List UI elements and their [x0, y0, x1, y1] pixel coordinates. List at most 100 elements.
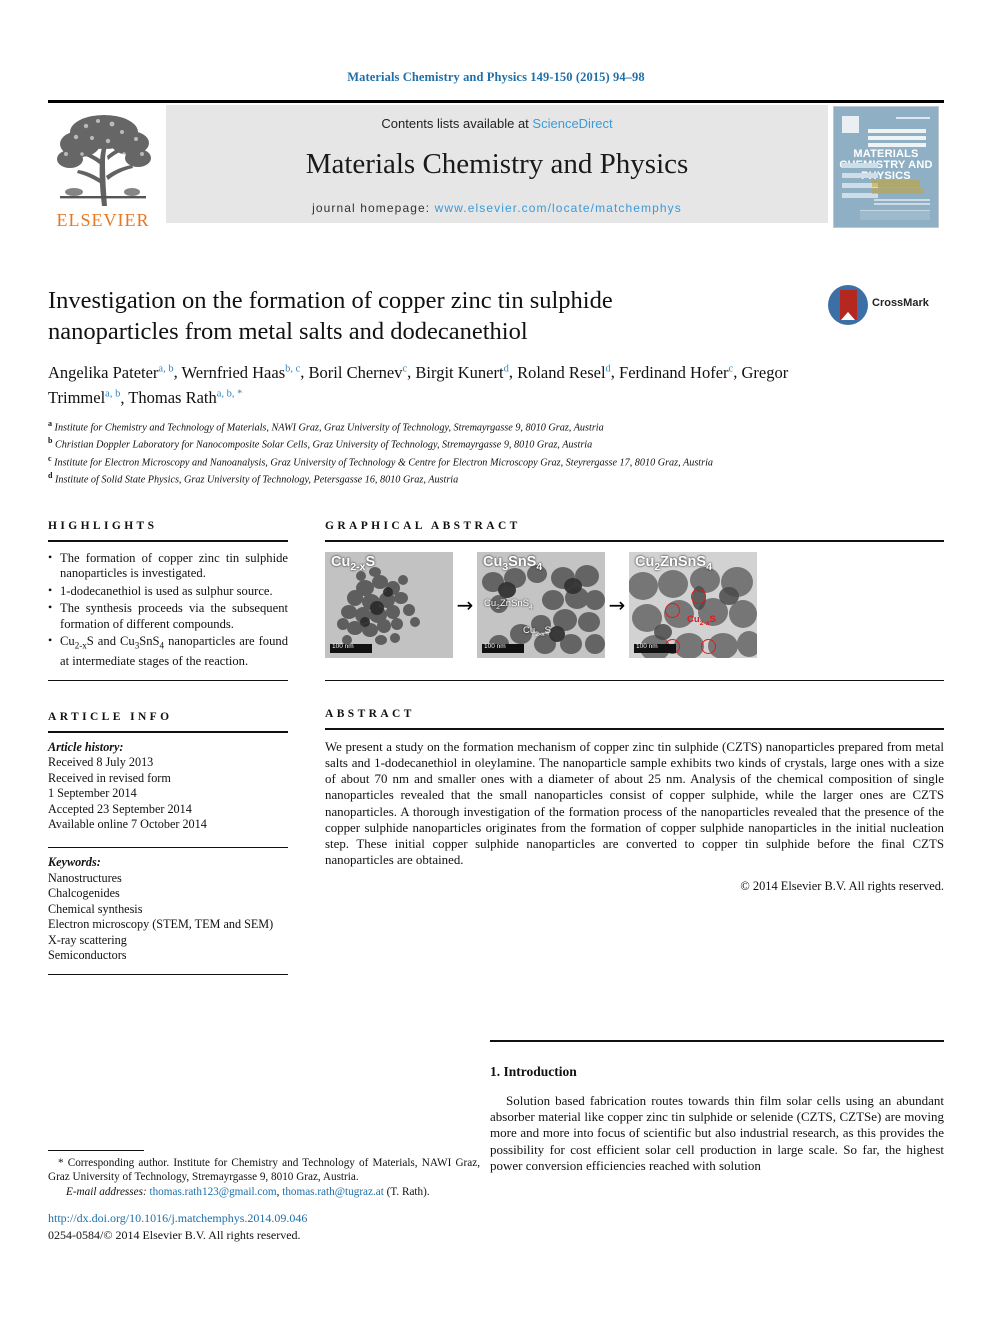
- abstract-heading: ABSTRACT: [325, 708, 415, 721]
- crossmark-badge[interactable]: CrossMark: [828, 285, 929, 327]
- author-name: Wernfried Haas: [181, 362, 286, 382]
- cover-elsevier-mark: [842, 116, 859, 133]
- tem-image-panel-3: Cu2ZnSnS4 Cu2-xS 100 nm: [629, 551, 757, 658]
- journal-cover-thumbnail: MATERIALS CHEMISTRY AND PHYSICS: [833, 106, 939, 228]
- author-affil-marker: d: [503, 363, 509, 374]
- scale-bar-label: 100 nm: [332, 642, 354, 650]
- keyword-item: Chemical synthesis: [48, 901, 143, 916]
- list-item: The synthesis proceeds via the subsequen…: [48, 600, 288, 632]
- affiliation-marker: b: [48, 436, 53, 446]
- list-item: The formation of copper zinc tin sulphid…: [48, 550, 288, 582]
- homepage-url-link[interactable]: www.elsevier.com/locate/matchemphys: [435, 201, 682, 215]
- affiliation-text: Institute for Electron Microscopy and Na…: [54, 457, 714, 469]
- cover-bar: [842, 173, 878, 178]
- page-title: Investigation on the formation of copper…: [48, 287, 613, 345]
- scale-bar: 100 nm: [330, 642, 372, 653]
- author-name: Angelika Pateter: [48, 362, 159, 382]
- annotation-circle: [691, 588, 706, 604]
- abstract-body: We present a study on the formation mech…: [325, 739, 944, 868]
- keyword-item: X-ray scattering: [48, 932, 127, 947]
- affiliation-marker: d: [48, 471, 53, 481]
- tem-image-panel-1: Cu2-xS 100 nm: [325, 551, 453, 658]
- annotation-circle: [701, 638, 716, 654]
- corresponding-author-text: * Corresponding author. Institute for Ch…: [48, 1157, 480, 1183]
- journal-banner: Contents lists available at ScienceDirec…: [166, 105, 828, 223]
- email-link-1[interactable]: thomas.rath123@gmail.com: [149, 1186, 276, 1198]
- cover-footer-band: [860, 210, 930, 220]
- author-affil-marker: a, b, *: [216, 388, 243, 400]
- panel-label: Cu2ZnSnS4: [635, 553, 712, 573]
- article-info-heading: ARTICLE INFO: [48, 711, 173, 724]
- graphical-abstract-images: Cu2-xS 100 nm → Cu3SnS4 Cu2ZnSnS4 Cu2-xS…: [325, 551, 944, 658]
- graphical-abstract-heading: GRAPHICAL ABSTRACT: [325, 520, 521, 532]
- author-affil-marker: c: [402, 363, 408, 374]
- article-history-item: Available online 7 October 2014: [48, 817, 207, 832]
- affiliation-marker: a: [48, 419, 52, 428]
- affiliation-item: d Institute of Solid State Physics, Graz…: [48, 469, 838, 486]
- corresponding-author-footnote: * Corresponding author. Institute for Ch…: [48, 1150, 480, 1199]
- tem-image-panel-2: Cu3SnS4 Cu2ZnSnS4 Cu2-xS 100 nm: [477, 551, 605, 658]
- cover-topline: [896, 117, 930, 119]
- elsevier-logo: ELSEVIER: [48, 105, 158, 230]
- email-link-2[interactable]: thomas.rath@tugraz.at: [282, 1186, 384, 1198]
- contents-available-line: Contents lists available at ScienceDirec…: [166, 105, 828, 131]
- divider: [48, 540, 288, 542]
- divider: [325, 679, 944, 682]
- author-entry: Boril Chernevc: [309, 363, 408, 382]
- author-entry: Ferdinand Hoferc: [619, 363, 733, 382]
- divider: [490, 1040, 944, 1042]
- keyword-item: Semiconductors: [48, 948, 127, 963]
- affiliation-marker: c: [48, 453, 52, 463]
- panel-secondary-label: Cu2ZnSnS4: [484, 597, 533, 611]
- author-name: Birgit Kunert: [415, 362, 504, 382]
- article-history-item: Received in revised form: [48, 770, 171, 785]
- running-head: Materials Chemistry and Physics 149-150 …: [347, 70, 645, 84]
- keyword-item: Chalcogenides: [48, 886, 120, 901]
- author-affil-marker: b, c: [285, 363, 301, 374]
- panel-secondary-label: Cu2-xS: [523, 624, 551, 638]
- elsevier-tree-icon: [52, 110, 154, 210]
- graphical-abstract-section: GRAPHICAL ABSTRACT Cu2-xS 100 nm → Cu3Sn…: [325, 520, 944, 682]
- article-history-title: Article history:: [48, 739, 124, 754]
- footer-block: http://dx.doi.org/10.1016/j.matchemphys.…: [48, 1211, 548, 1243]
- author-entry: Thomas Ratha, b, *: [128, 388, 242, 407]
- homepage-prefix: journal homepage:: [312, 201, 431, 215]
- author-entry: Birgit Kunertd: [415, 363, 508, 382]
- panel-secondary-label: Cu2-xS: [687, 613, 716, 627]
- author-name: Boril Chernev: [308, 362, 403, 382]
- article-first-page: Materials Chemistry and Physics 149-150 …: [0, 0, 992, 1323]
- affiliation-item: c Institute for Electron Microscopy and …: [48, 452, 838, 469]
- author-affil-marker: c: [728, 363, 734, 374]
- masthead-top-rule: [48, 100, 944, 103]
- elsevier-wordmark: ELSEVIER: [56, 210, 150, 230]
- crossmark-label: CrossMark: [872, 297, 929, 309]
- author-affil-marker: a, b: [105, 388, 121, 400]
- keyword-item: Nanostructures: [48, 870, 122, 885]
- affiliation-item: a Institute for Chemistry and Technology…: [48, 417, 838, 434]
- email-suffix: (T. Rath).: [383, 1186, 430, 1198]
- panel-label: Cu3SnS4: [483, 553, 543, 573]
- crossmark-icon: [828, 285, 868, 325]
- issn-copyright-line: 0254-0584/© 2014 Elsevier B.V. All right…: [48, 1228, 301, 1242]
- scale-bar: 100 nm: [634, 643, 676, 653]
- list-item: Cu2-xS and Cu3SnS4 nanoparticles are fou…: [48, 633, 288, 670]
- journal-title: Materials Chemistry and Physics: [305, 148, 689, 180]
- left-column: HIGHLIGHTS The formation of copper zinc …: [48, 520, 288, 976]
- divider: [48, 973, 288, 976]
- article-header: CrossMark Investigation on the formation…: [48, 285, 944, 487]
- footnote-rule: [48, 1150, 144, 1151]
- author-name: Roland Resel: [517, 362, 606, 382]
- author-name: Ferdinand Hofer: [619, 362, 729, 382]
- affiliation-text: Institute of Solid State Physics, Graz U…: [55, 474, 459, 486]
- scale-bar: 100 nm: [482, 643, 524, 653]
- sciencedirect-link[interactable]: ScienceDirect: [532, 116, 612, 131]
- doi-link[interactable]: http://dx.doi.org/10.1016/j.matchemphys.…: [48, 1211, 548, 1226]
- author-affil-marker: d: [605, 363, 611, 374]
- list-item: 1-dodecanethiol is used as sulphur sourc…: [48, 583, 288, 600]
- keyword-item: Electron microscopy (STEM, TEM and SEM): [48, 917, 274, 932]
- introduction-paragraph: Solution based fabrication routes toward…: [490, 1092, 944, 1174]
- footnote-email-line: E-mail addresses: thomas.rath123@gmail.c…: [48, 1185, 480, 1199]
- affiliation-text: Institute for Chemistry and Technology o…: [54, 422, 604, 434]
- cover-bar: [842, 163, 878, 168]
- affiliation-item: b Christian Doppler Laboratory for Nanoc…: [48, 434, 838, 451]
